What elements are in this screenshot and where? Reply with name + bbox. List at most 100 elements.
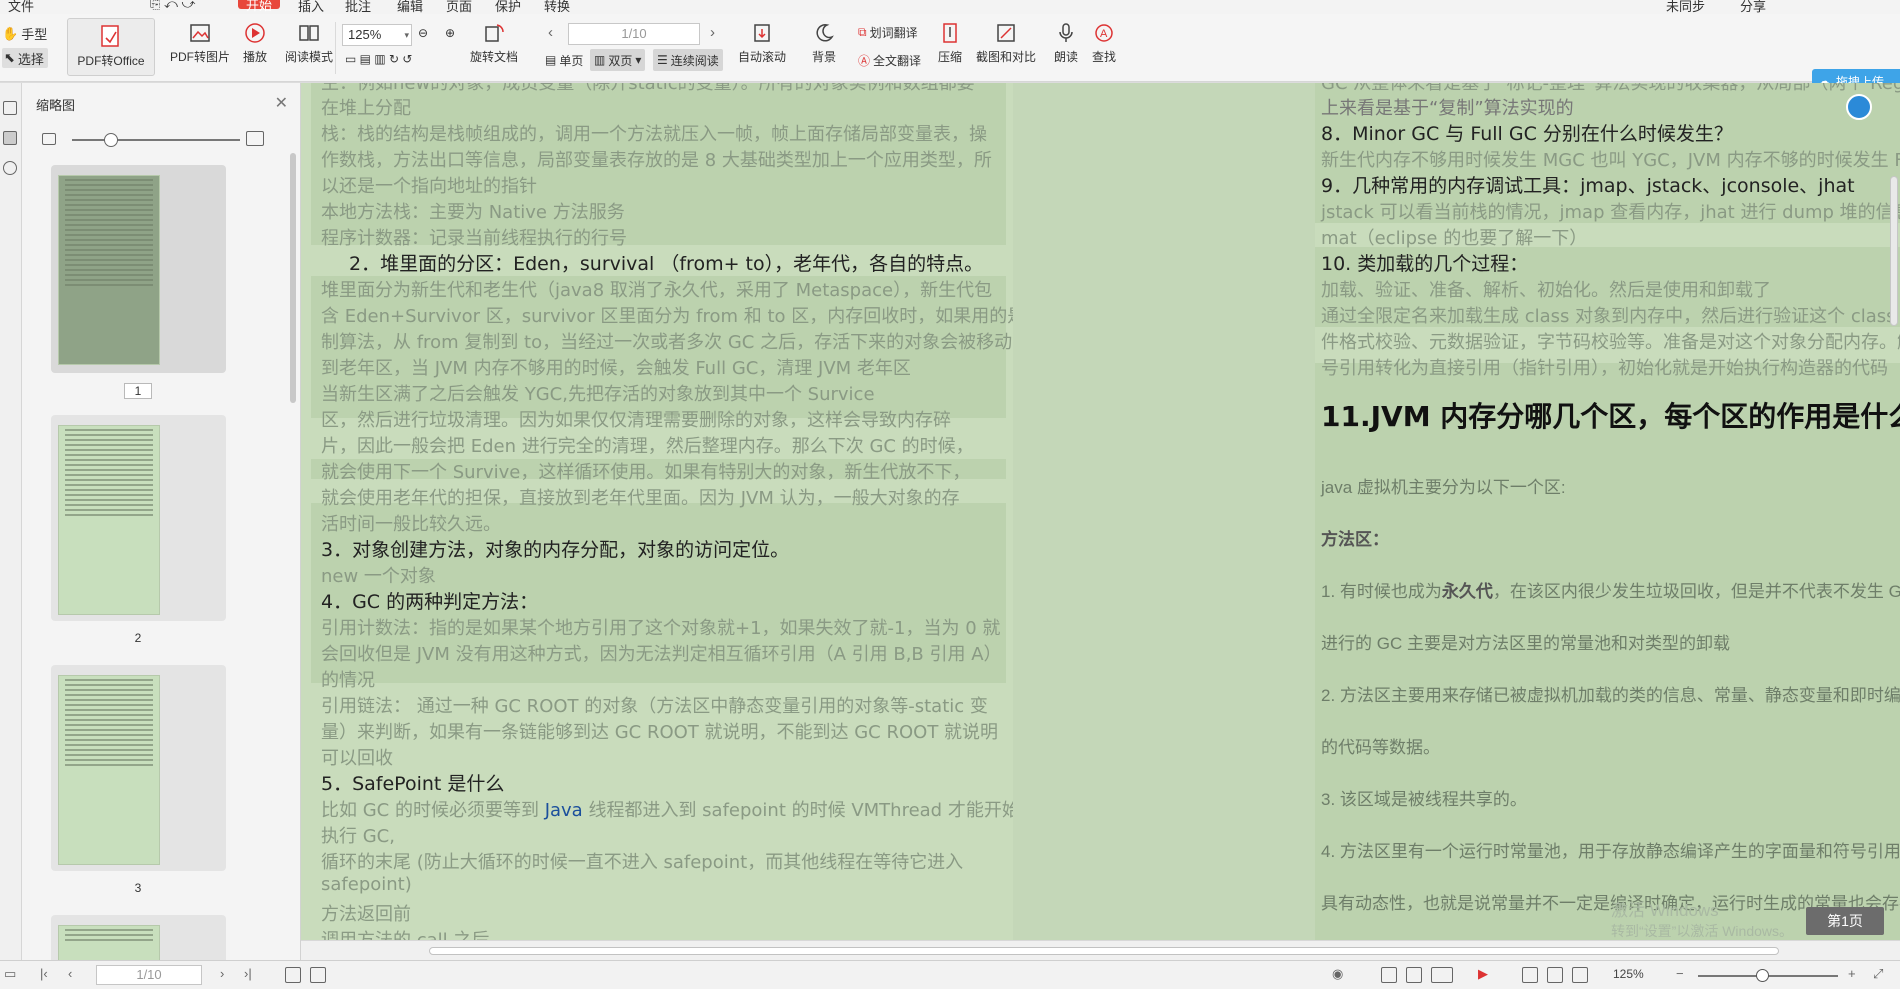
export-page-icon[interactable]	[310, 967, 326, 983]
sync-status[interactable]: 未同步	[1666, 0, 1705, 14]
doc-line: 调用方法的 call 之后	[321, 926, 489, 940]
auto-scroll-button[interactable]: 自动滚动	[738, 22, 786, 65]
bookmark-icon[interactable]	[3, 101, 17, 115]
rotate-icon	[483, 22, 505, 44]
doc-line: 方法区：	[1321, 530, 1389, 549]
screenshot-compare-button[interactable]: 截图和对比	[976, 22, 1036, 65]
thumbnail-scrollbar[interactable]	[290, 153, 296, 403]
page-badge: 第1页	[1806, 907, 1884, 935]
find-button[interactable]: A 查找	[1092, 22, 1116, 65]
prev-page-icon[interactable]: ‹	[68, 966, 72, 981]
comment-icon[interactable]	[3, 161, 17, 175]
zoom-select[interactable]: 125% ▾	[342, 24, 412, 46]
doc-line: 进行的 GC 主要是对方法区里的常量池和对类型的卸载	[1321, 634, 1730, 653]
doc-line: mat（eclipse 的也要了解一下）	[1321, 228, 1588, 249]
assistant-icon[interactable]	[1846, 94, 1872, 120]
doc-line: 作数栈，方法出口等信息，局部变量表存放的是 8 大基础类型加上一个应用类型，所	[321, 150, 992, 171]
next-page-icon[interactable]: ›	[220, 966, 224, 981]
fullscreen-icon[interactable]: ⤢	[1873, 966, 1883, 982]
document-horizontal-scrollbar[interactable]	[301, 940, 1900, 960]
cursor-icon: ⬉	[4, 50, 15, 65]
fit-tools[interactable]: ▭ ▤ ▥ ↻ ↺	[345, 52, 412, 66]
large-image-icon[interactable]	[246, 131, 264, 146]
actual-size-icon[interactable]	[1572, 967, 1588, 983]
menu-insert[interactable]: 插入	[298, 0, 324, 14]
prev-page-icon[interactable]: ‹	[548, 24, 553, 41]
zoom-in-icon[interactable]: ⊕	[445, 26, 455, 40]
doc-line: 上来看是基于“复制”算法实现的	[1321, 98, 1574, 119]
eye-icon[interactable]: ◉	[1332, 966, 1343, 982]
doc-line: 制算法，从 from 复制到 to，当经过一次或者多次 GC 之后，存活下来的对…	[321, 332, 1013, 353]
thumbnail-page-number: 2	[134, 631, 142, 645]
activation-watermark: 激活 Windows	[1611, 901, 1719, 920]
next-page-icon[interactable]: ›	[710, 24, 715, 41]
continuous-read-button[interactable]: ☰ 连续阅读	[653, 49, 723, 71]
insert-page-icon[interactable]	[285, 967, 301, 983]
java-link[interactable]: Java	[545, 800, 583, 821]
double-view-icon[interactable]	[1431, 967, 1453, 983]
menu-page[interactable]: 页面	[446, 0, 472, 14]
single-view-icon[interactable]	[1381, 967, 1397, 983]
last-page-icon[interactable]: ›|	[244, 966, 252, 981]
word-translate-button[interactable]: ⧉ 划词翻译	[858, 24, 918, 41]
close-icon[interactable]: ✕	[275, 93, 288, 113]
zoom-slider-handle[interactable]	[1756, 969, 1769, 982]
play-button[interactable]: 播放	[243, 22, 267, 65]
doc-line: 生：例如new的对象，成员变量（除开static的变量）。所有的对象实例和数组都…	[321, 83, 975, 94]
page-number-input[interactable]: 1/10	[568, 23, 700, 45]
section-heading: 2．堆里面的分区：Eden，survival （from+ to），老年代，各自…	[349, 253, 984, 275]
status-page-input[interactable]: 1/10	[96, 965, 202, 985]
slider-handle[interactable]	[104, 133, 118, 147]
fit-width-icon[interactable]	[1522, 967, 1538, 983]
doc-line: java 虚拟机主要分为以下一个区:	[1321, 478, 1566, 497]
share-button[interactable]: 分享	[1740, 0, 1766, 14]
single-page-button[interactable]: ▤ 单页	[541, 49, 587, 71]
thumbnail-page-number: 3	[134, 881, 142, 895]
zoom-out-icon[interactable]: −	[1676, 966, 1684, 981]
fit-page-icon[interactable]	[1547, 967, 1563, 983]
small-image-icon[interactable]	[42, 133, 56, 145]
thumbnail-icon[interactable]	[3, 131, 17, 145]
section-heading: 10. 类加载的几个过程：	[1321, 253, 1529, 275]
menu-annotate[interactable]: 批注	[345, 0, 371, 14]
doc-line: 片，因此一般会把 Eden 进行完全的清理，然后整理内存。那么下次 GC 的时候…	[321, 436, 974, 457]
doc-line: 就会使用老年代的担保，直接放到老年代里面。因为 JVM 认为，一般大对象的存	[321, 488, 960, 509]
play-icon	[244, 22, 266, 44]
zoom-level[interactable]: 125%	[1613, 967, 1644, 981]
hand-tool-button[interactable]: ✋ 手型	[2, 24, 47, 43]
page-view-icon[interactable]	[1406, 967, 1422, 983]
doc-line: 2. 方法区主要用来存储已被虚拟机加载的类的信息、常量、静态变量和即时编译器编译…	[1321, 686, 1900, 705]
pdf-to-office-button[interactable]: PDF转Office	[67, 18, 155, 76]
doc-line: 1. 有时候也成为永久代，在该区内很少发生垃圾回收，但是并不代表不发生 GC，在…	[1321, 582, 1900, 601]
menu-protect[interactable]: 保护	[495, 0, 521, 14]
sidebar-toggle-icon[interactable]: ▭	[4, 966, 16, 982]
activation-watermark-sub: 转到“设置”以激活 Windows。	[1611, 923, 1794, 939]
document-vertical-scrollbar[interactable]	[1890, 176, 1898, 326]
scrollbar-thumb[interactable]	[429, 947, 1779, 955]
zoom-in-icon[interactable]: +	[1848, 966, 1856, 981]
menu-edit[interactable]: 编辑	[397, 0, 423, 14]
menu-start[interactable]: 开始	[238, 0, 281, 13]
read-aloud-button[interactable]: 朗读	[1054, 22, 1078, 65]
document-view[interactable]: 生：例如new的对象，成员变量（除开static的变量）。所有的对象实例和数组都…	[301, 83, 1900, 940]
doc-line: 会回收但是 JVM 没有用这种方式，因为无法判定相互循环引用（A 引用 B,B …	[321, 644, 1002, 665]
pdf-to-image-button[interactable]: PDF转图片	[170, 22, 230, 65]
thumbnail-title: 缩略图	[36, 98, 76, 113]
full-translate-button[interactable]: Ⓐ 全文翻译	[858, 52, 921, 69]
rotate-document-button[interactable]: 旋转文档	[470, 22, 518, 65]
thumbnail-size-slider[interactable]	[72, 139, 240, 141]
compress-button[interactable]: 压缩	[938, 22, 962, 65]
read-mode-button[interactable]: 阅读模式	[285, 22, 333, 65]
play-icon[interactable]: ▶	[1478, 966, 1488, 982]
select-tool-button[interactable]: ⬉ 选择	[2, 48, 48, 68]
background-button[interactable]: 背景	[812, 22, 836, 65]
zoom-out-icon[interactable]: ⊖	[418, 26, 428, 40]
first-page-icon[interactable]: |‹	[40, 966, 48, 981]
menu-convert[interactable]: 转换	[544, 0, 570, 14]
double-page-button[interactable]: ▥ 双页 ▾	[590, 49, 646, 71]
thumbnail-page-image	[58, 925, 160, 960]
doc-line: 新生代内存不够用时候发生 MGC 也叫 YGC，JVM 内存不够的时候发生 FG…	[1321, 150, 1900, 171]
page-gap	[1013, 83, 1315, 940]
menu-file[interactable]: 文件	[8, 0, 34, 14]
section-heading: 8．Minor GC 与 Full GC 分别在什么时候发生？	[1321, 123, 1733, 145]
